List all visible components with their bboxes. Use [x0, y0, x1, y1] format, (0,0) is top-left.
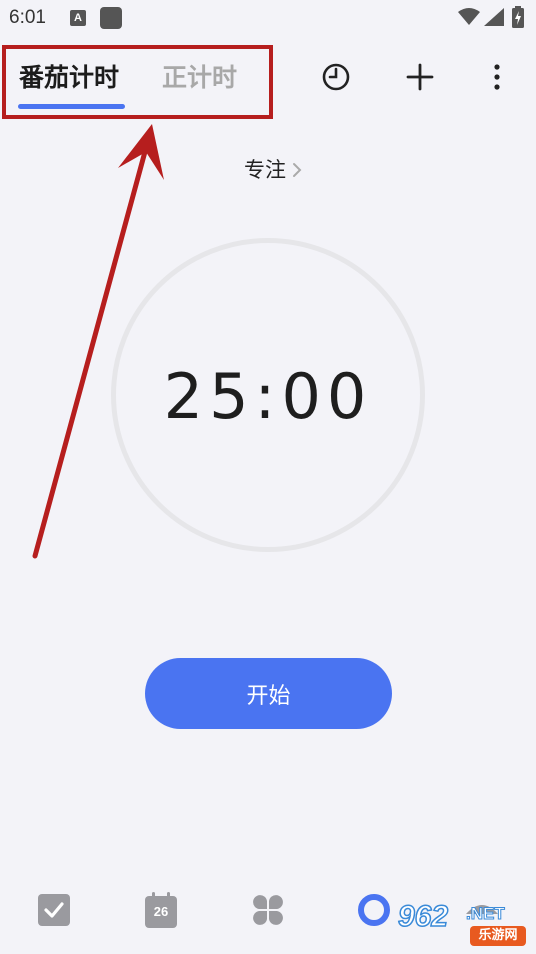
tab-stopwatch[interactable]: 正计时: [162, 58, 237, 94]
status-time: 6:01: [9, 7, 46, 28]
nav-matrix[interactable]: [250, 892, 286, 928]
chevron-right-icon: [293, 163, 302, 177]
pomodoro-ring-icon: [358, 894, 390, 926]
notification-square-icon: [100, 7, 122, 29]
calendar-date: 26: [153, 904, 169, 919]
clover-grid-icon: [253, 895, 283, 925]
status-bar: 6:01 A: [0, 0, 536, 36]
signal-icon: [484, 8, 504, 26]
nav-tasks[interactable]: [36, 892, 72, 928]
watermark-site: 乐游网: [470, 926, 526, 946]
tab-pomodoro[interactable]: 番茄计时: [19, 58, 119, 94]
add-button[interactable]: [403, 60, 437, 94]
wifi-icon: [458, 8, 480, 25]
clock-icon: [322, 63, 350, 91]
nav-calendar[interactable]: 26: [143, 892, 179, 928]
calendar-icon: 26: [145, 892, 177, 928]
focus-mode-selector[interactable]: 专注: [244, 154, 302, 184]
more-vertical-icon: [494, 64, 500, 90]
nav-more[interactable]: [464, 892, 500, 928]
history-button[interactable]: [319, 60, 353, 94]
battery-icon: [512, 6, 524, 28]
active-tab-indicator: [18, 104, 125, 109]
more-icon: [466, 905, 498, 914]
checkbox-icon: [38, 894, 70, 926]
notification-a-icon: A: [70, 10, 86, 26]
watermark-brand: 962: [397, 899, 449, 934]
more-options-button[interactable]: [480, 60, 514, 94]
timer-display: 25:00: [163, 360, 373, 433]
start-button[interactable]: 开始: [145, 658, 392, 729]
nav-pomodoro[interactable]: [356, 892, 392, 928]
plus-icon: [406, 63, 434, 91]
focus-label: 专注: [244, 158, 286, 182]
